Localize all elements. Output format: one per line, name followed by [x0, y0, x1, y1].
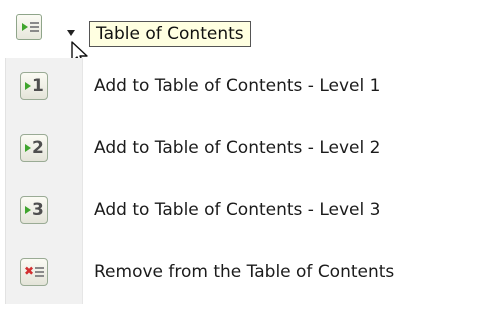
- toc-level-1-icon: 1: [20, 72, 48, 100]
- menu-item-label: Add to Table of Contents - Level 1: [94, 76, 381, 96]
- toc-level-3-icon: 3: [20, 196, 48, 224]
- menu-item-add-level-3[interactable]: 3 Add to Table of Contents - Level 3: [6, 182, 492, 238]
- menu-item-remove-from-toc[interactable]: ✖ Remove from the Table of Contents: [6, 244, 492, 300]
- menu-item-label: Remove from the Table of Contents: [94, 262, 395, 282]
- menu-item-add-level-2[interactable]: 2 Add to Table of Contents - Level 2: [6, 120, 492, 176]
- table-of-contents-icon[interactable]: [16, 14, 42, 40]
- toc-remove-icon: ✖: [20, 258, 48, 286]
- menu-item-label: Add to Table of Contents - Level 3: [94, 200, 381, 220]
- table-of-contents-menu: 1 Add to Table of Contents - Level 1 2 A…: [5, 58, 492, 304]
- menu-item-label: Add to Table of Contents - Level 2: [94, 138, 381, 158]
- tooltip: Table of Contents: [89, 21, 251, 47]
- menu-item-add-level-1[interactable]: 1 Add to Table of Contents - Level 1: [6, 58, 492, 114]
- app-window: Table of Contents 1 Add to Table of Cont…: [0, 0, 494, 310]
- toc-level-2-icon: 2: [20, 134, 48, 162]
- dropdown-arrow-icon[interactable]: [67, 30, 75, 36]
